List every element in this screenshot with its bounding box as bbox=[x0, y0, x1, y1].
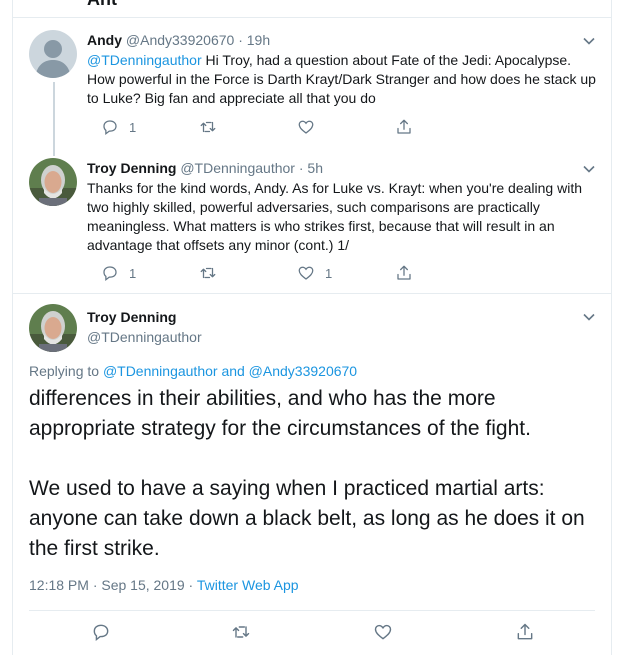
retweet-icon bbox=[200, 121, 216, 133]
source-link[interactable]: Twitter Web App bbox=[197, 577, 299, 593]
share-icon bbox=[397, 265, 411, 280]
avatar-troy[interactable] bbox=[29, 158, 77, 206]
replying-prefix: Replying to bbox=[29, 363, 103, 379]
heart-icon bbox=[374, 624, 392, 640]
tweet-timestamp: 12:18 PM · Sep 15, 2019 · Twitter Web Ap… bbox=[29, 576, 299, 594]
avatar-default[interactable] bbox=[29, 30, 77, 78]
reply-button[interactable] bbox=[91, 622, 111, 642]
like-button[interactable] bbox=[373, 622, 393, 642]
tweet-text: Thanks for the kind words, Andy. As for … bbox=[87, 180, 582, 253]
heart-icon bbox=[298, 120, 314, 134]
tweet-body: differences in their abilities, and who … bbox=[29, 384, 599, 564]
tweet-actions: 1 1 bbox=[87, 264, 427, 284]
profile-photo-icon bbox=[29, 158, 77, 206]
chevron-down-icon[interactable] bbox=[582, 162, 596, 176]
chevron-down-icon[interactable] bbox=[582, 34, 596, 48]
share-button[interactable] bbox=[515, 622, 535, 642]
default-avatar-icon bbox=[29, 30, 77, 78]
author-handle[interactable]: @TDenningauthor bbox=[180, 160, 295, 176]
reply-icon bbox=[103, 266, 117, 282]
tweet-paragraph: differences in their abilities, and who … bbox=[29, 387, 531, 440]
reply-icon bbox=[103, 120, 117, 136]
share-button[interactable] bbox=[395, 118, 413, 136]
reply-button[interactable]: 1 bbox=[101, 118, 136, 136]
reply-button[interactable]: 1 bbox=[101, 264, 136, 282]
tweet-header: Troy Denning @TDenningauthor · 5h bbox=[87, 159, 323, 177]
focused-tweet-actions bbox=[13, 622, 611, 646]
retweet-button[interactable] bbox=[199, 118, 227, 136]
author-handle[interactable]: @TDenningauthor bbox=[87, 328, 202, 346]
reply-count: 1 bbox=[129, 119, 137, 135]
author-name[interactable]: Troy Denning bbox=[87, 308, 176, 326]
share-icon bbox=[517, 623, 533, 640]
retweet-icon bbox=[200, 267, 216, 279]
heart-icon bbox=[298, 266, 314, 280]
timestamp-text[interactable]: 12:18 PM · Sep 15, 2019 · bbox=[29, 577, 197, 593]
chevron-down-icon[interactable] bbox=[582, 310, 596, 324]
retweet-button[interactable] bbox=[231, 622, 251, 642]
tweet-paragraph: We used to have a saying when I practice… bbox=[29, 477, 585, 560]
replying-to: Replying to @TDenningauthor and @Andy339… bbox=[29, 362, 357, 380]
tweet-andy[interactable]: Andy @Andy33920670 · 19h @TDenningauthor… bbox=[13, 18, 611, 154]
tweet-time[interactable]: · 19h bbox=[238, 32, 270, 48]
like-button[interactable] bbox=[297, 118, 325, 136]
mention-link[interactable]: @TDenningauthor bbox=[87, 52, 202, 68]
author-name[interactable]: Andy bbox=[87, 32, 122, 48]
retweet-icon bbox=[232, 626, 250, 638]
tweet-time[interactable]: · 5h bbox=[299, 160, 323, 176]
reply-icon bbox=[93, 624, 109, 641]
tweet-header: Andy @Andy33920670 · 19h bbox=[87, 31, 270, 49]
replying-to-links[interactable]: @TDenningauthor and @Andy33920670 bbox=[103, 363, 357, 379]
share-icon bbox=[397, 119, 411, 134]
share-button[interactable] bbox=[395, 264, 413, 282]
author-name[interactable]: Troy Denning bbox=[87, 160, 176, 176]
tweet-actions: 1 bbox=[87, 118, 427, 138]
tweet-troy-reply[interactable]: Troy Denning @TDenningauthor · 5h Thanks… bbox=[13, 154, 611, 294]
profile-photo-icon bbox=[29, 304, 77, 352]
retweet-button[interactable] bbox=[199, 264, 227, 282]
like-button[interactable]: 1 bbox=[297, 264, 332, 282]
avatar-troy[interactable] bbox=[29, 304, 77, 352]
reply-count: 1 bbox=[129, 265, 137, 281]
like-count: 1 bbox=[325, 265, 333, 281]
divider bbox=[29, 610, 595, 611]
author-handle[interactable]: @Andy33920670 bbox=[126, 32, 234, 48]
tweet-thread: Ant Andy @Andy33920670 · 19h @TDenningau… bbox=[12, 0, 612, 655]
tweet-text: @TDenningauthor Hi Troy, had a question … bbox=[87, 51, 599, 108]
previous-tweet-stub: Ant bbox=[13, 0, 611, 18]
previous-tweet-name: Ant bbox=[87, 0, 117, 10]
